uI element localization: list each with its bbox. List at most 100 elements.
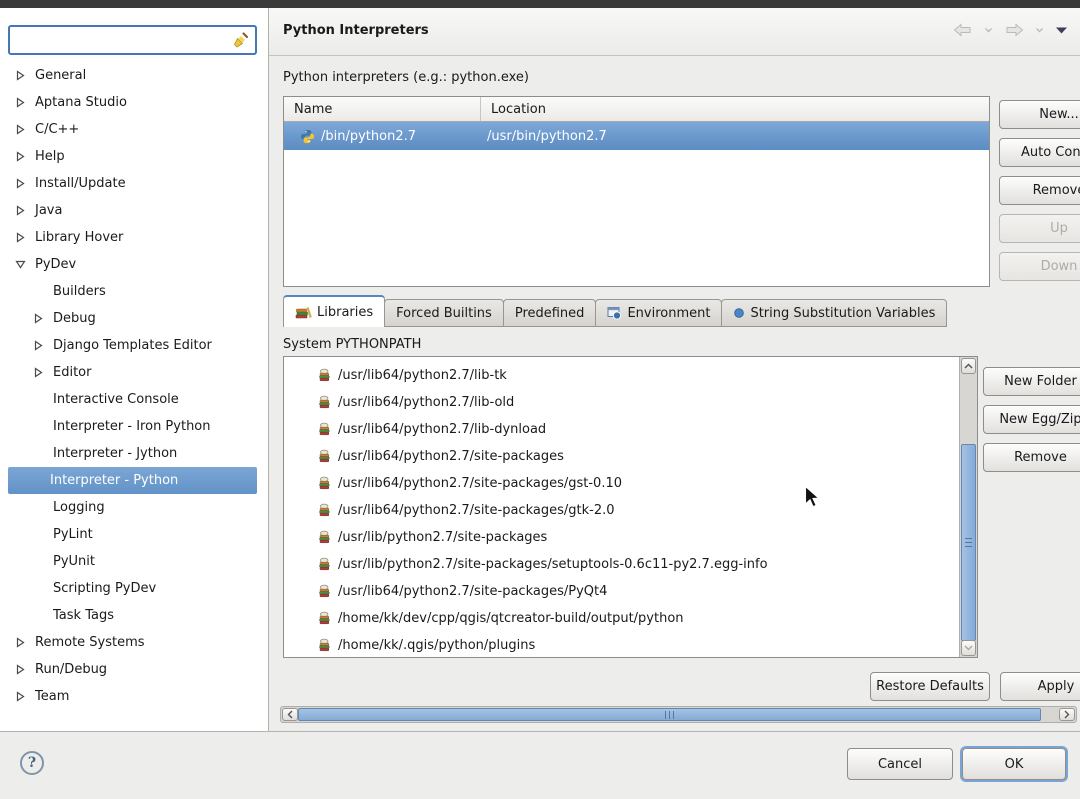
sidebar-item-label: C/C++ [35, 122, 79, 137]
tab-predefined[interactable]: Predefined [503, 299, 597, 327]
sidebar-item-general[interactable]: General [0, 62, 267, 89]
vertical-scrollbar[interactable] [959, 357, 977, 657]
tree-collapsed-icon[interactable] [12, 689, 28, 705]
vertical-scroll-thumb[interactable] [961, 444, 976, 641]
tree-expanded-icon[interactable] [12, 257, 28, 273]
interpreter-row[interactable]: /bin/python2.7/usr/bin/python2.7 [284, 122, 989, 150]
apply-button[interactable]: Apply [1000, 672, 1080, 701]
restore-defaults-button[interactable]: Restore Defaults [870, 672, 990, 701]
tree-collapsed-icon[interactable] [12, 149, 28, 165]
forward-arrow-icon[interactable] [1004, 22, 1024, 38]
sidebar-item-logging[interactable]: Logging [0, 494, 267, 521]
sidebar-item-builders[interactable]: Builders [0, 278, 267, 305]
sidebar-item-run-debug[interactable]: Run/Debug [0, 656, 267, 683]
clear-filter-broom-icon[interactable] [231, 30, 251, 50]
tab-environment[interactable]: Environment [595, 299, 722, 327]
sidebar-item-interpreter-jython[interactable]: Interpreter - Jython [0, 440, 267, 467]
tab-string-substitution-variables[interactable]: String Substitution Variables [721, 299, 947, 327]
down-button[interactable]: Down [999, 252, 1080, 281]
sidebar-item-django-templates-editor[interactable]: Django Templates Editor [0, 332, 267, 359]
interpreter-tabs: LibrariesForced BuiltinsPredefinedEnviro… [283, 295, 947, 327]
pythonpath-entry[interactable]: /usr/lib64/python2.7/lib-tk [284, 362, 959, 389]
remove-button[interactable]: Remove [999, 176, 1080, 205]
pythonpath-entry[interactable]: /usr/lib64/python2.7/site-packages/PyQt4 [284, 578, 959, 605]
up-button[interactable]: Up [999, 214, 1080, 243]
sidebar-item-library-hover[interactable]: Library Hover [0, 224, 267, 251]
sidebar-item-editor[interactable]: Editor [0, 359, 267, 386]
tree-collapsed-icon[interactable] [12, 230, 28, 246]
sidebar-item-interactive-console[interactable]: Interactive Console [0, 386, 267, 413]
pythonpath-entry[interactable]: /usr/lib64/python2.7/lib-old [284, 389, 959, 416]
pythonpath-entry[interactable]: /home/kk/.qgis/python/plugins [284, 632, 959, 658]
tree-spacer [30, 500, 46, 516]
horizontal-scroll-thumb[interactable] [298, 708, 1041, 721]
pythonpath-label: System PYTHONPATH [283, 337, 421, 352]
pythonpath-entry-text: /usr/lib64/python2.7/site-packages [338, 449, 564, 464]
pythonpath-entry[interactable]: /usr/lib64/python2.7/site-packages [284, 443, 959, 470]
sidebar-item-team[interactable]: Team [0, 683, 267, 710]
back-history-chevron-icon[interactable] [984, 27, 993, 34]
sidebar-item-c-c[interactable]: C/C++ [0, 116, 267, 143]
scroll-right-icon[interactable] [1059, 708, 1075, 721]
cancel-button[interactable]: Cancel [847, 748, 953, 780]
scroll-left-icon[interactable] [282, 708, 298, 721]
sidebar-item-interpreter-iron-python[interactable]: Interpreter - Iron Python [0, 413, 267, 440]
sidebar-item-label: Library Hover [35, 230, 123, 245]
sidebar-item-pydev[interactable]: PyDev [0, 251, 267, 278]
sidebar-item-aptana-studio[interactable]: Aptana Studio [0, 89, 267, 116]
sidebar-item-label: PyDev [35, 257, 76, 272]
tree-collapsed-icon[interactable] [12, 95, 28, 111]
tab-libraries[interactable]: Libraries [283, 295, 385, 327]
pythonpath-entry[interactable]: /home/kk/dev/cpp/qgis/qtcreator-build/ou… [284, 605, 959, 632]
pythonpath-entry-text: /usr/lib64/python2.7/lib-tk [338, 368, 507, 383]
sidebar-item-label: Interpreter - Iron Python [53, 419, 211, 434]
sidebar-item-install-update[interactable]: Install/Update [0, 170, 267, 197]
help-icon[interactable]: ? [20, 751, 44, 775]
sidebar-item-label: Builders [53, 284, 106, 299]
sidebar-item-debug[interactable]: Debug [0, 305, 267, 332]
scroll-up-icon[interactable] [961, 358, 976, 374]
auto-config-button[interactable]: Auto Config [999, 138, 1080, 167]
column-header-location[interactable]: Location [481, 97, 989, 121]
tree-collapsed-icon[interactable] [12, 122, 28, 138]
tree-collapsed-icon[interactable] [30, 338, 46, 354]
pythonpath-entry[interactable]: /usr/lib64/python2.7/lib-dynload [284, 416, 959, 443]
tree-collapsed-icon[interactable] [12, 203, 28, 219]
horizontal-scrollbar[interactable] [280, 706, 1077, 723]
sidebar-item-help[interactable]: Help [0, 143, 267, 170]
remove-button[interactable]: Remove [983, 443, 1080, 472]
scroll-down-icon[interactable] [961, 640, 976, 656]
pythonpath-entry-icon [317, 638, 332, 653]
sidebar-item-pylint[interactable]: PyLint [0, 521, 267, 548]
sidebar-item-remote-systems[interactable]: Remote Systems [0, 629, 267, 656]
pythonpath-entry[interactable]: /usr/lib/python2.7/site-packages/setupto… [284, 551, 959, 578]
new-button[interactable]: New... [999, 100, 1080, 129]
table-header: Name Location [284, 97, 989, 122]
tree-collapsed-icon[interactable] [12, 635, 28, 651]
tree-collapsed-icon[interactable] [12, 68, 28, 84]
tab-forced-builtins[interactable]: Forced Builtins [384, 299, 504, 327]
tree-spacer [30, 581, 46, 597]
forward-history-chevron-icon[interactable] [1035, 27, 1044, 34]
view-menu-icon[interactable] [1055, 26, 1068, 35]
tree-collapsed-icon[interactable] [12, 176, 28, 192]
sidebar-item-pyunit[interactable]: PyUnit [0, 548, 267, 575]
tree-collapsed-icon[interactable] [30, 311, 46, 327]
pythonpath-entry[interactable]: /usr/lib64/python2.7/site-packages/gtk-2… [284, 497, 959, 524]
tree-collapsed-icon[interactable] [12, 662, 28, 678]
new-egg-zip-button[interactable]: New Egg/Zip [983, 405, 1080, 434]
sidebar-item-scripting-pydev[interactable]: Scripting PyDev [0, 575, 267, 602]
ok-button[interactable]: OK [962, 748, 1066, 780]
sidebar-item-label: Interpreter - Jython [53, 446, 177, 461]
sidebar-item-java[interactable]: Java [0, 197, 267, 224]
tree-spacer [30, 392, 46, 408]
column-header-name[interactable]: Name [284, 97, 481, 121]
filter-input[interactable] [14, 27, 231, 53]
back-arrow-icon[interactable] [953, 22, 973, 38]
sidebar-item-interpreter-python[interactable]: Interpreter - Python [8, 467, 257, 494]
new-folder-button[interactable]: New Folder [983, 367, 1080, 396]
tree-collapsed-icon[interactable] [30, 365, 46, 381]
pythonpath-entry[interactable]: /usr/lib64/python2.7/site-packages/gst-0… [284, 470, 959, 497]
pythonpath-entry[interactable]: /usr/lib/python2.7/site-packages [284, 524, 959, 551]
sidebar-item-task-tags[interactable]: Task Tags [0, 602, 267, 629]
